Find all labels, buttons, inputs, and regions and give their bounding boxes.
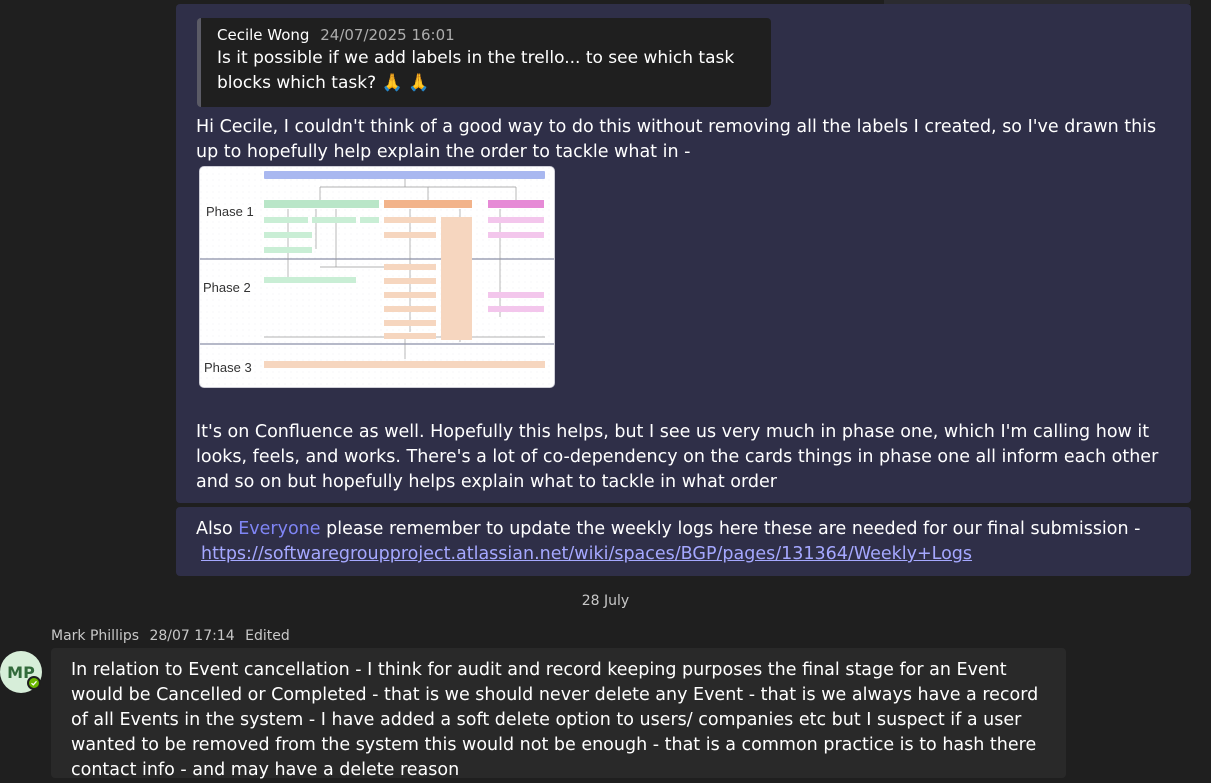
weekly-logs-link[interactable]: https://softwaregroupproject.atlassian.n… [201, 544, 972, 564]
phase-label-2: Phase 2 [203, 280, 251, 295]
presence-available-icon [27, 676, 41, 690]
phase-diagram: Phase 1 Phase 2 Phase 3 [200, 167, 554, 387]
mark-message-text: In relation to Event cancellation - I th… [71, 660, 1039, 780]
everyone-mention[interactable]: Everyone [238, 519, 320, 539]
quote-text: Is it possible if we add labels in the t… [217, 48, 735, 93]
quote-timestamp: 24/07/2025 16:01 [320, 26, 455, 44]
phase-diagram-image[interactable]: Phase 1 Phase 2 Phase 3 [199, 166, 555, 388]
reply-followup-text: It's on Confluence as well. Hopefully th… [196, 422, 1159, 492]
message-body: please remember to update the weekly log… [320, 519, 1141, 539]
message-timestamp: 28/07 17:14 [149, 628, 235, 644]
quote-author: Cecile Wong [217, 26, 310, 44]
phase-label-3: Phase 3 [204, 360, 252, 375]
message-prefix: Also [196, 519, 239, 539]
message-header: Mark Phillips 28/07 17:14 Edited [51, 628, 296, 644]
reply-intro-text: Hi Cecile, I couldn't think of a good wa… [196, 117, 1157, 162]
phase-label-1: Phase 1 [206, 204, 254, 219]
weekly-logs-message: Also Everyone please remember to update … [196, 517, 1176, 567]
date-separator: 28 July [581, 593, 630, 609]
sender-name[interactable]: Mark Phillips [51, 628, 139, 644]
edited-label: Edited [245, 628, 290, 644]
quoted-message[interactable]: Cecile Wong 24/07/2025 16:01 Is it possi… [197, 18, 771, 107]
